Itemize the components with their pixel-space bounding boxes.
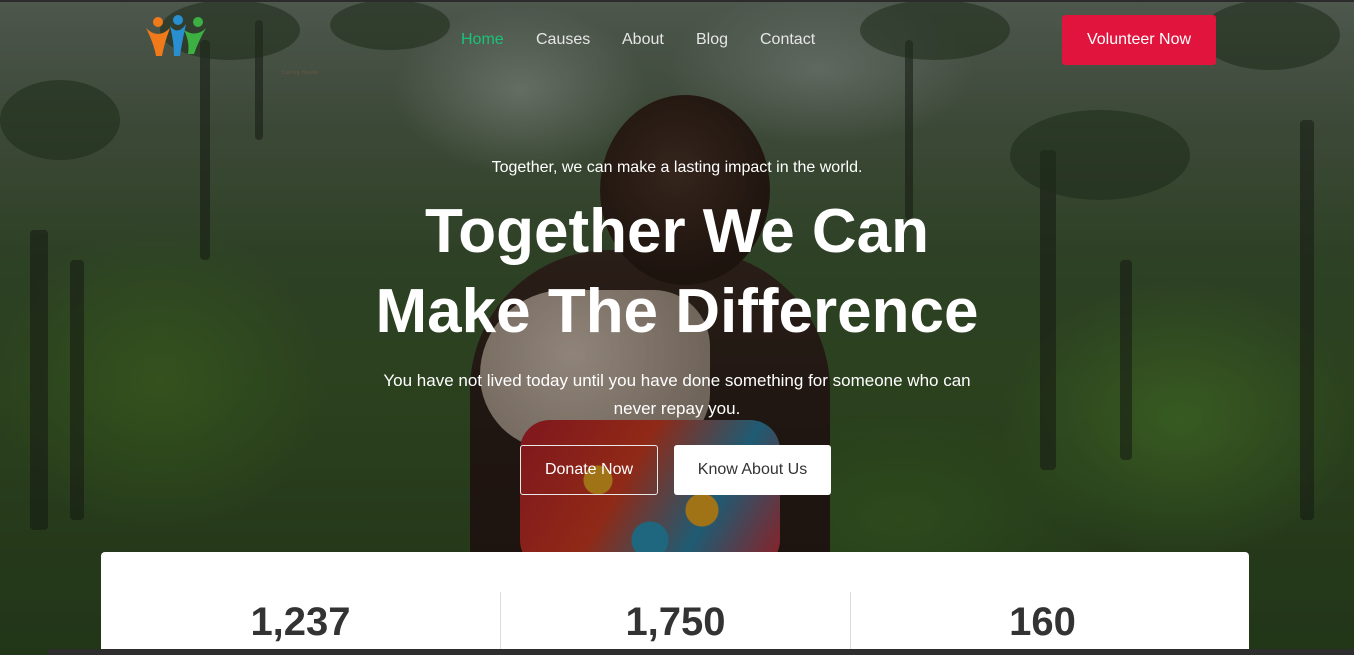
headline-line-1: Together We Can bbox=[424, 197, 930, 266]
logo-caption: Caring Hands bbox=[282, 70, 319, 76]
stat-item-3: 160 bbox=[851, 592, 1234, 655]
stat-value: 1,237 bbox=[250, 600, 351, 644]
nav-home[interactable]: Home bbox=[461, 30, 504, 50]
donate-now-button[interactable]: Donate Now bbox=[520, 445, 658, 495]
stat-item-1: 1,237 bbox=[101, 592, 500, 655]
stat-value: 1,750 bbox=[625, 600, 726, 644]
top-border bbox=[0, 0, 1354, 2]
volunteer-now-button[interactable]: Volunteer Now bbox=[1062, 15, 1216, 65]
hero-subtext: You have not lived today until you have … bbox=[383, 371, 971, 418]
know-about-us-button[interactable]: Know About Us bbox=[674, 445, 831, 495]
stats-panel: 1,237 1,750 160 bbox=[101, 552, 1249, 655]
nav-causes[interactable]: Causes bbox=[536, 30, 590, 50]
hero-tagline: Together, we can make a lasting impact i… bbox=[491, 159, 863, 176]
nav-blog[interactable]: Blog bbox=[696, 30, 728, 50]
stat-value: 160 bbox=[1009, 600, 1076, 644]
nav-about[interactable]: About bbox=[622, 30, 664, 50]
stat-item-2: 1,750 bbox=[501, 592, 850, 655]
headline-line-2: Make The Difference bbox=[375, 277, 979, 346]
hero-headline: Together We Can Make The Difference bbox=[0, 192, 1354, 352]
bottom-bar bbox=[48, 649, 1354, 655]
nav-contact[interactable]: Contact bbox=[760, 30, 815, 50]
